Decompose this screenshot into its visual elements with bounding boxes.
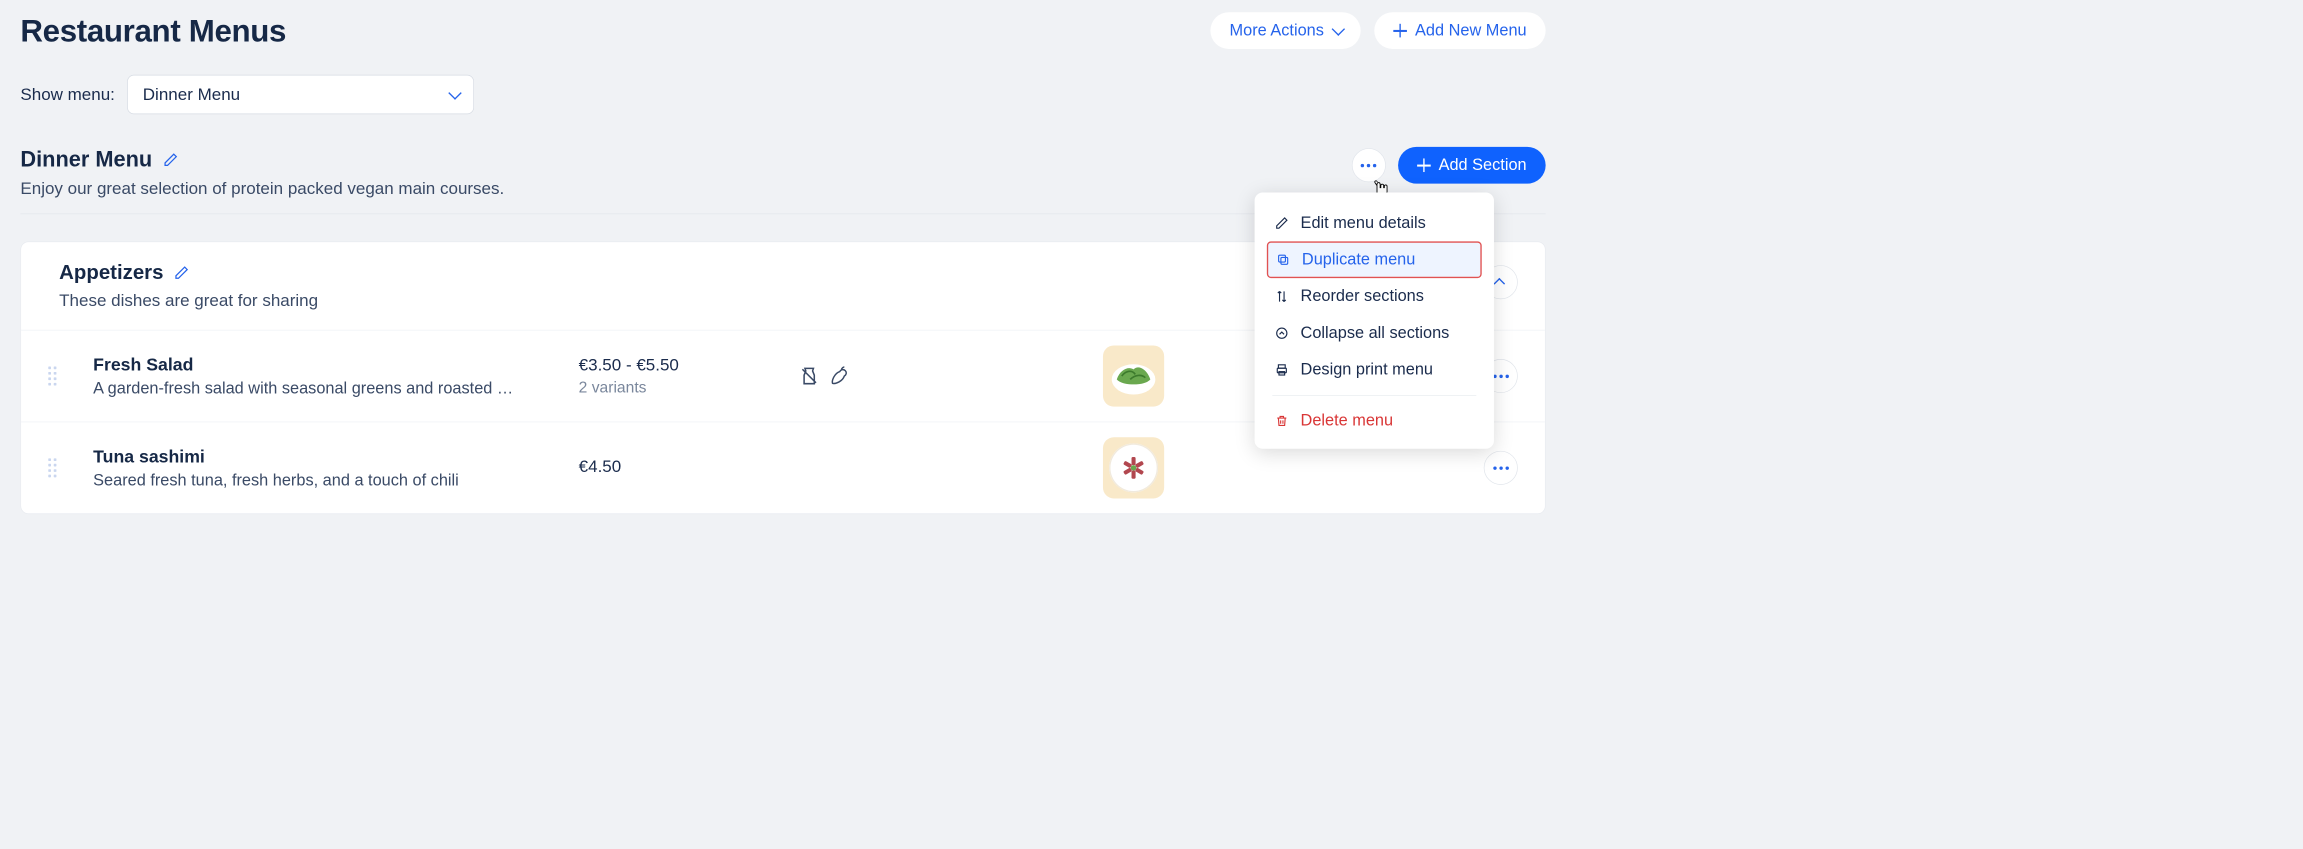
popup-delete-label: Delete menu (1301, 411, 1394, 430)
menu-more-button[interactable]: Edit menu details Duplicate menu Reorder… (1352, 148, 1386, 182)
dots-icon (1361, 164, 1377, 167)
menu-select-value: Dinner Menu (143, 85, 240, 105)
popup-design-print[interactable]: Design print menu (1267, 352, 1482, 389)
more-actions-button[interactable]: More Actions (1211, 12, 1361, 49)
item-price: €4.50 (579, 457, 783, 477)
section-description: These dishes are great for sharing (59, 291, 318, 311)
chevron-down-icon (448, 86, 461, 99)
chevron-up-icon (1494, 278, 1506, 290)
popup-duplicate-label: Duplicate menu (1302, 250, 1415, 269)
pencil-icon[interactable] (163, 152, 178, 167)
popup-reorder-sections[interactable]: Reorder sections (1267, 278, 1482, 315)
collapse-icon (1273, 326, 1289, 340)
menu-context-popup: Edit menu details Duplicate menu Reorder… (1254, 192, 1493, 448)
pencil-icon[interactable] (174, 265, 189, 280)
popup-edit-label: Edit menu details (1301, 214, 1426, 233)
sashimi-image-icon (1117, 451, 1151, 485)
plus-icon (1393, 24, 1407, 38)
more-actions-label: More Actions (1230, 21, 1324, 40)
duplicate-icon (1275, 253, 1291, 267)
item-description: A garden-fresh salad with seasonal green… (93, 379, 562, 398)
item-variants: 2 variants (579, 378, 783, 396)
page-title: Restaurant Menus (20, 12, 286, 49)
popup-duplicate-menu[interactable]: Duplicate menu (1267, 241, 1482, 278)
popup-collapse-sections[interactable]: Collapse all sections (1267, 315, 1482, 352)
item-price: €3.50 - €5.50 (579, 356, 783, 376)
item-more-button[interactable] (1484, 451, 1518, 485)
menu-select[interactable]: Dinner Menu (127, 75, 474, 114)
popup-reorder-label: Reorder sections (1301, 287, 1424, 306)
chevron-down-icon (1332, 22, 1345, 35)
chili-icon (829, 365, 851, 387)
plus-icon (1417, 158, 1431, 172)
pencil-icon (1273, 216, 1289, 230)
item-photo (1103, 345, 1164, 406)
popup-design-label: Design print menu (1301, 360, 1433, 379)
show-menu-label: Show menu: (20, 85, 114, 105)
add-section-button[interactable]: Add Section (1398, 147, 1546, 184)
drag-handle-icon[interactable] (48, 367, 56, 386)
no-milk-icon (799, 366, 819, 386)
menu-title: Dinner Menu (20, 147, 152, 172)
item-description: Seared fresh tuna, fresh herbs, and a to… (93, 471, 562, 490)
separator (1272, 395, 1476, 396)
item-photo (1103, 437, 1164, 498)
popup-collapse-label: Collapse all sections (1301, 324, 1450, 343)
add-section-label: Add Section (1439, 156, 1527, 175)
drag-handle-icon[interactable] (48, 458, 56, 477)
item-name: Tuna sashimi (93, 446, 562, 467)
print-icon (1273, 363, 1289, 377)
menu-description: Enjoy our great selection of protein pac… (20, 179, 504, 199)
add-new-menu-button[interactable]: Add New Menu (1374, 12, 1545, 49)
reorder-icon (1273, 290, 1289, 304)
dots-icon (1493, 374, 1509, 377)
dots-icon (1493, 466, 1509, 469)
trash-icon (1273, 414, 1289, 428)
salad-image-icon (1108, 351, 1158, 401)
popup-edit-menu[interactable]: Edit menu details (1267, 205, 1482, 242)
section-title: Appetizers (59, 261, 163, 284)
item-name: Fresh Salad (93, 354, 562, 375)
popup-delete-menu[interactable]: Delete menu (1267, 403, 1482, 440)
add-new-menu-label: Add New Menu (1415, 21, 1527, 40)
